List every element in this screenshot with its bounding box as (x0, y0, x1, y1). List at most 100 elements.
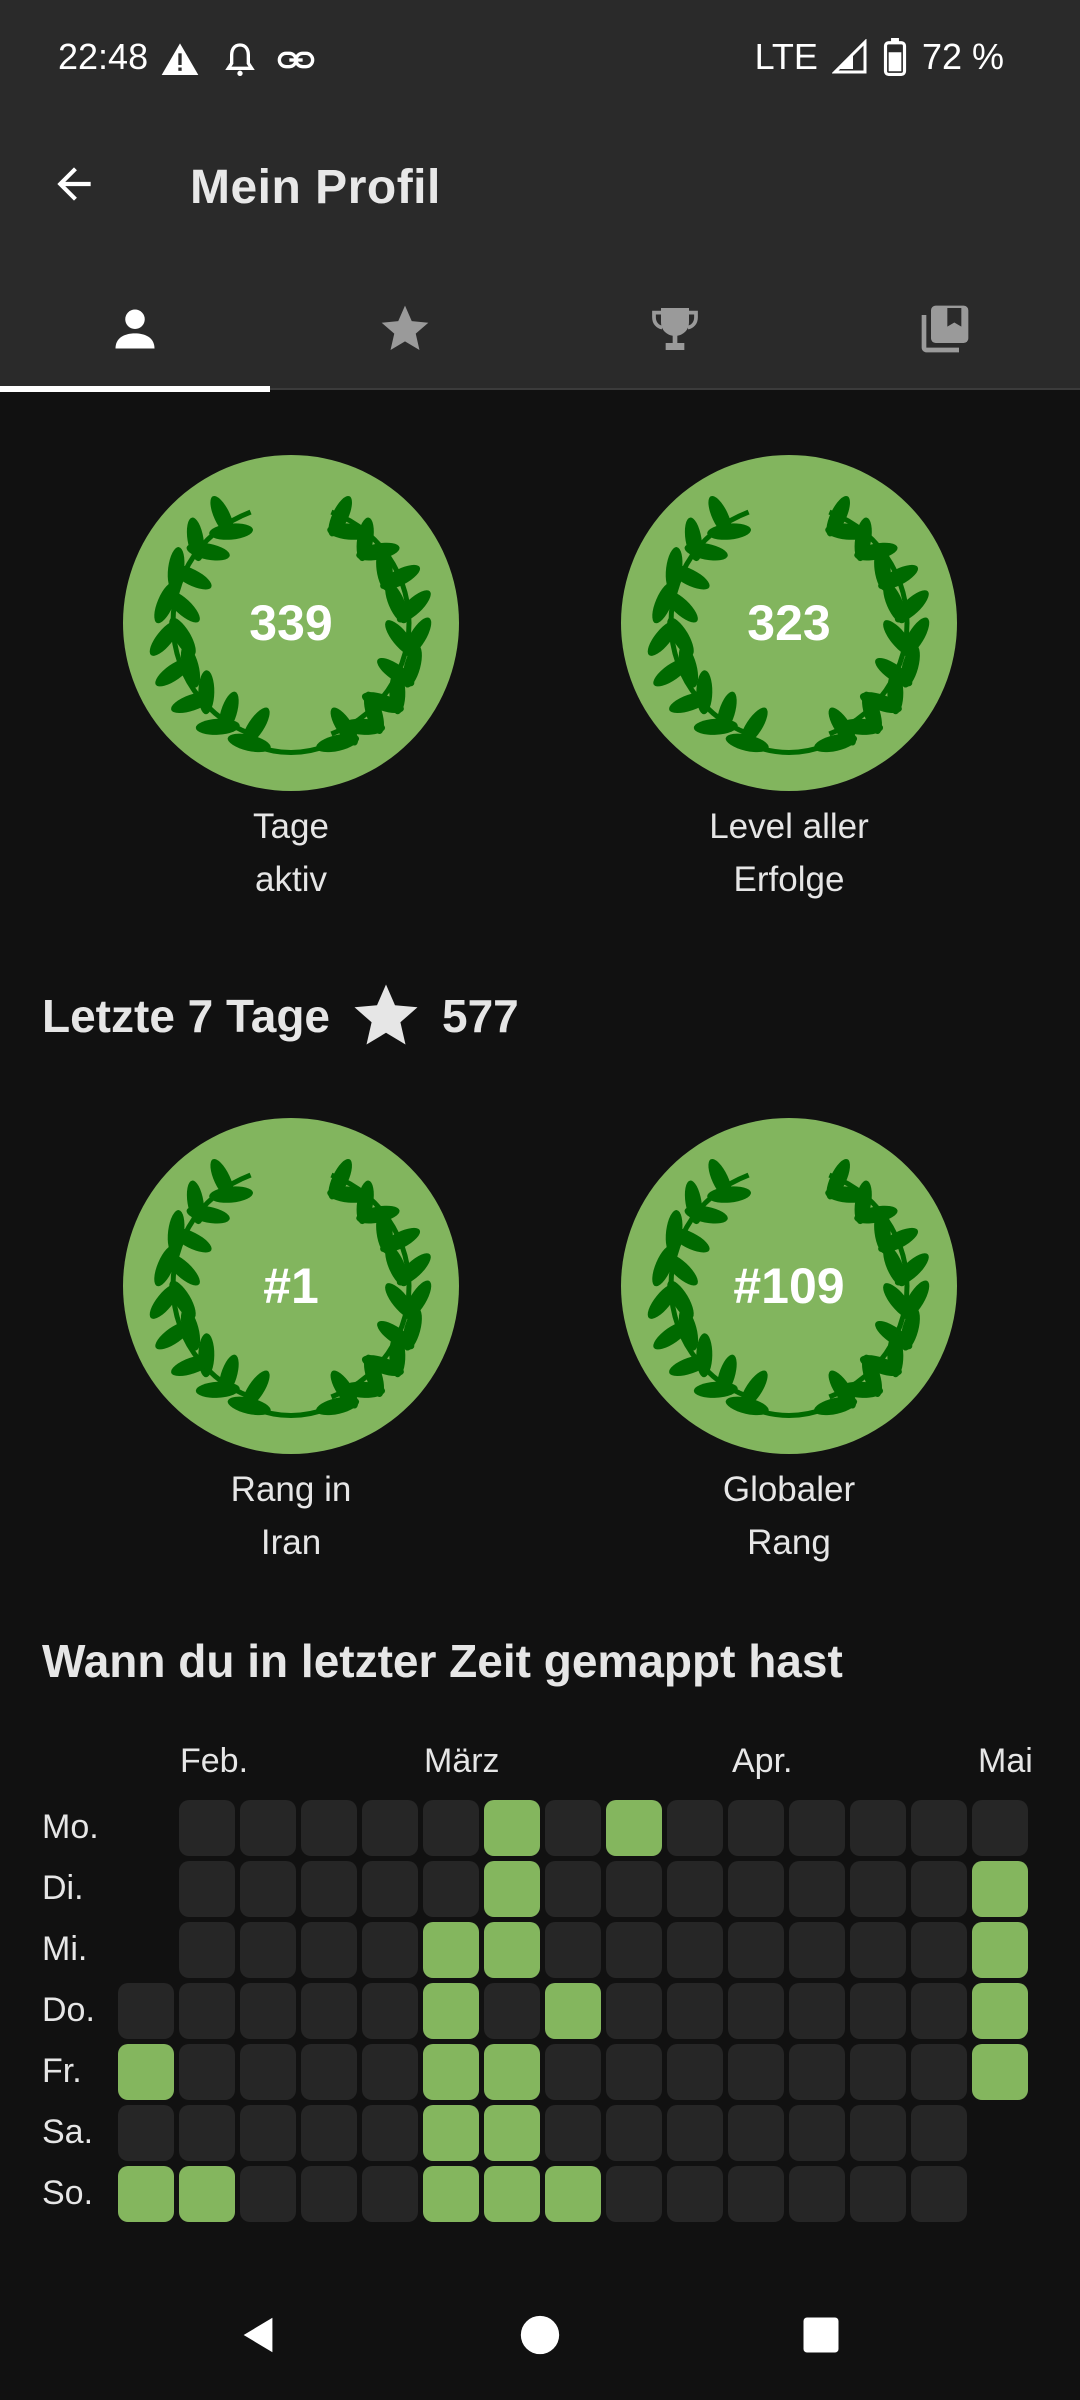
square-recents-icon (803, 2317, 839, 2353)
activity-cell (179, 1800, 235, 1856)
caption-line: Rang (747, 1523, 831, 1562)
activity-cell (545, 1800, 601, 1856)
day-label: Mo. (42, 1808, 99, 1846)
activity-cell (850, 1922, 906, 1978)
activity-cell (301, 1861, 357, 1917)
activity-cell (179, 2044, 235, 2100)
tab-points[interactable] (270, 268, 540, 390)
battery-icon (883, 38, 907, 76)
activity-cell (301, 1983, 357, 2039)
page-title: Mein Profil (190, 161, 441, 214)
tab-bar (0, 268, 1080, 392)
caption-line: Erfolge (733, 860, 845, 899)
caption-line: Globaler (722, 1470, 856, 1509)
activity-cell (911, 1861, 967, 1917)
activity-cell (667, 2166, 723, 2222)
activity-cell (606, 1983, 662, 2039)
days-active-badge: 339 (123, 455, 459, 791)
arrow-back-icon (57, 167, 91, 201)
activity-cell-active (423, 1922, 479, 1978)
activity-cell (911, 2166, 967, 2222)
activity-cell-active (545, 1983, 601, 2039)
global-rank-badge: #109 (621, 1118, 957, 1454)
day-label: Sa. (42, 2113, 94, 2151)
tab-links[interactable] (810, 268, 1080, 390)
activity-cell (362, 2105, 418, 2161)
activity-cell (728, 2166, 784, 2222)
nav-recents-button[interactable] (776, 2290, 866, 2380)
signal-icon (831, 39, 867, 74)
nav-back-button[interactable] (214, 2290, 304, 2380)
status-right: LTE 72 % (755, 36, 1004, 78)
activity-cell (850, 1983, 906, 2039)
activity-cell (240, 1922, 296, 1978)
activity-cell (240, 1800, 296, 1856)
activity-cell (789, 2105, 845, 2161)
activity-cell (240, 2166, 296, 2222)
activity-cell (606, 2105, 662, 2161)
notification-bell-icon (225, 43, 255, 76)
activity-cell (240, 2105, 296, 2161)
activity-cell-active (484, 2044, 540, 2100)
achievement-level-badge: 323 (621, 455, 957, 791)
activity-cell-active (484, 2105, 540, 2161)
back-button[interactable] (44, 154, 104, 214)
activity-cell-active (972, 1983, 1028, 2039)
activity-cell (911, 1800, 967, 1856)
activity-cell (667, 2105, 723, 2161)
activity-cell-active (423, 1983, 479, 2039)
activity-title: Wann du in letzter Zeit gemappt hast (42, 1635, 843, 1687)
caption-line: Iran (260, 1523, 322, 1562)
activity-cell-active (972, 1861, 1028, 1917)
system-nav-bar (0, 2270, 1080, 2400)
activity-cell-active (423, 2105, 479, 2161)
activity-cell-active (423, 2044, 479, 2100)
status-time: 22:48 (58, 36, 149, 77)
day-label: Mi. (42, 1930, 88, 1968)
activity-cell (667, 1800, 723, 1856)
activity-cell-active (545, 2166, 601, 2222)
tab-indicator (0, 386, 270, 392)
activity-cell-active (484, 1922, 540, 1978)
activity-cell (667, 2044, 723, 2100)
circle-home-icon (520, 2315, 560, 2355)
activity-cell (789, 2166, 845, 2222)
activity-cell (179, 1922, 235, 1978)
activity-cell (179, 1861, 235, 1917)
activity-cell (789, 2044, 845, 2100)
status-bar: 22:48 LTE 72 % (0, 0, 1080, 118)
activity-cell (728, 1800, 784, 1856)
last-7-days-row: Letzte 7 Tage 577 (42, 976, 519, 1056)
badge-value: 339 (249, 595, 333, 651)
activity-cell (118, 1983, 174, 2039)
activity-cell (362, 2044, 418, 2100)
activity-cell (362, 1922, 418, 1978)
day-label: Fr. (42, 2052, 82, 2090)
activity-cell (606, 2166, 662, 2222)
tab-profile[interactable] (0, 268, 270, 392)
activity-cell-active (118, 2166, 174, 2222)
trophy-icon (652, 308, 698, 350)
activity-cell (789, 1983, 845, 2039)
activity-cell (423, 1861, 479, 1917)
activity-cell (911, 2044, 967, 2100)
nav-home-button[interactable] (495, 2290, 585, 2380)
badge-value: #1 (263, 1258, 319, 1314)
activity-cell (545, 1861, 601, 1917)
activity-cell-active (972, 1922, 1028, 1978)
activity-cell-active (972, 2044, 1028, 2100)
activity-cell-active (118, 2044, 174, 2100)
caption-line: Rang in (230, 1470, 352, 1509)
battery-level: 72 % (921, 36, 1004, 77)
tab-achievements[interactable] (540, 268, 810, 390)
badge-value: #109 (733, 1258, 845, 1314)
activity-cell (850, 1800, 906, 1856)
activity-cell (362, 1983, 418, 2039)
star-icon (381, 305, 429, 350)
caption-line: Tage (253, 807, 329, 846)
activity-cell (850, 2044, 906, 2100)
last-7-days-points: 577 (442, 990, 519, 1042)
activity-cell (667, 1983, 723, 2039)
person-icon (115, 309, 155, 349)
activity-cell-active (179, 2166, 235, 2222)
